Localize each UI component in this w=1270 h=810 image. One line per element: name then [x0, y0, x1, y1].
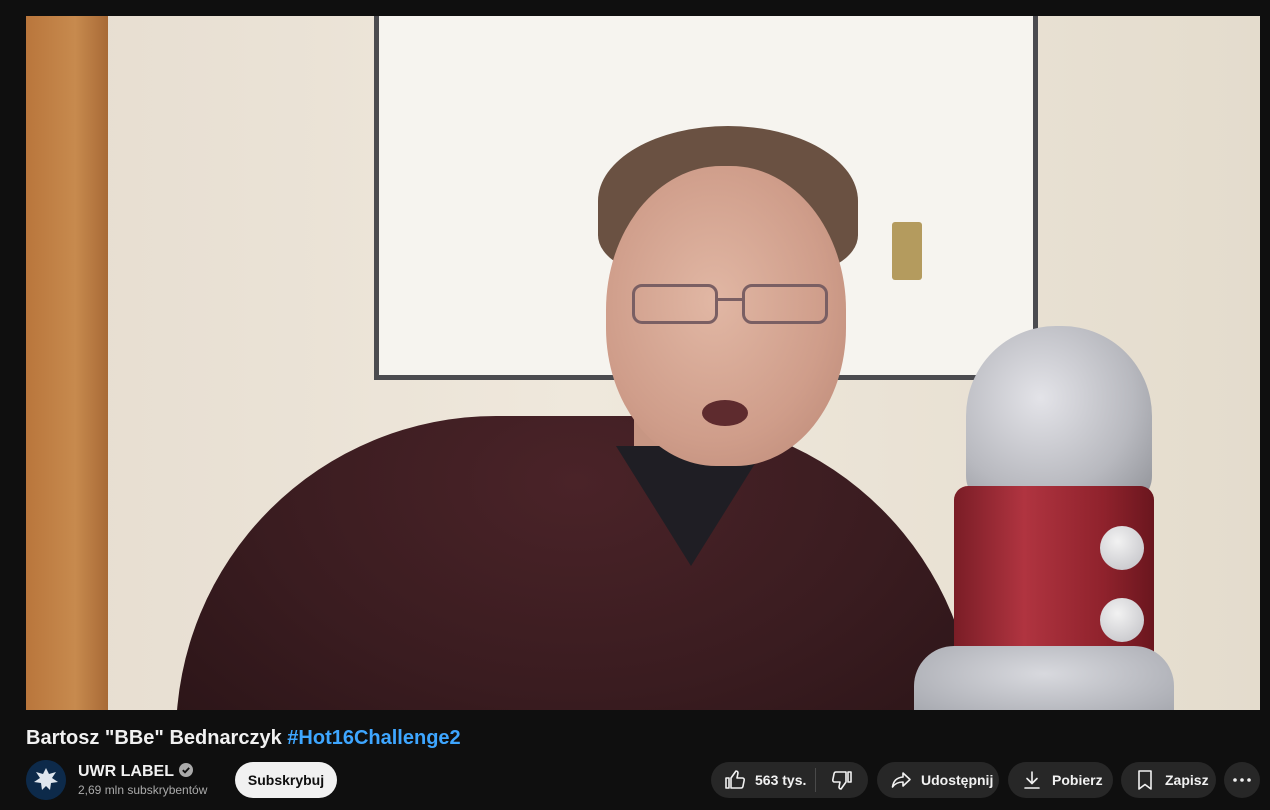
share-label: Udostępnij	[921, 772, 994, 788]
video-frame-clip	[892, 222, 922, 280]
subscriber-count: 2,69 mln subskrybentów	[78, 783, 208, 797]
thumbs-down-icon	[831, 771, 852, 790]
share-button[interactable]: Udostępnij	[877, 762, 999, 798]
video-title-hashtag-link[interactable]: #Hot16Challenge2	[287, 727, 460, 749]
save-label: Zapisz	[1165, 772, 1209, 788]
video-frame-microphone-knob	[1100, 526, 1144, 570]
download-label: Pobierz	[1052, 772, 1103, 788]
channel-name-text[interactable]: UWR LABEL	[78, 763, 174, 780]
save-button[interactable]: Zapisz	[1121, 762, 1216, 798]
video-frame-microphone-grille	[966, 326, 1152, 506]
video-frame-door	[26, 16, 108, 710]
eagle-emblem-icon	[26, 760, 66, 800]
video-frame-mouth	[702, 400, 748, 426]
video-frame-microphone-stand	[914, 646, 1174, 710]
download-icon	[1024, 771, 1040, 789]
bookmark-icon	[1138, 770, 1152, 790]
video-frame-glasses	[632, 284, 832, 332]
thumbs-up-icon	[725, 770, 746, 789]
more-actions-button[interactable]	[1224, 762, 1260, 798]
verified-check-icon	[178, 763, 193, 778]
download-button[interactable]: Pobierz	[1008, 762, 1113, 798]
video-title-main: Bartosz "BBe" Bednarczyk	[26, 727, 282, 749]
channel-avatar[interactable]	[26, 760, 66, 800]
like-count: 563 tys.	[755, 772, 807, 788]
dislike-button[interactable]	[816, 762, 868, 798]
more-dots-icon	[1233, 778, 1251, 782]
video-frame-microphone-knob	[1100, 598, 1144, 642]
subscribe-button[interactable]: Subskrybuj	[235, 762, 337, 798]
channel-name[interactable]: UWR LABEL	[78, 763, 193, 781]
like-button[interactable]: 563 tys.	[711, 762, 815, 798]
like-dislike-group: 563 tys.	[711, 762, 868, 798]
video-title: Bartosz "BBe" Bednarczyk #Hot16Challenge…	[26, 726, 461, 750]
video-player[interactable]	[26, 16, 1260, 710]
share-arrow-icon	[891, 772, 911, 788]
